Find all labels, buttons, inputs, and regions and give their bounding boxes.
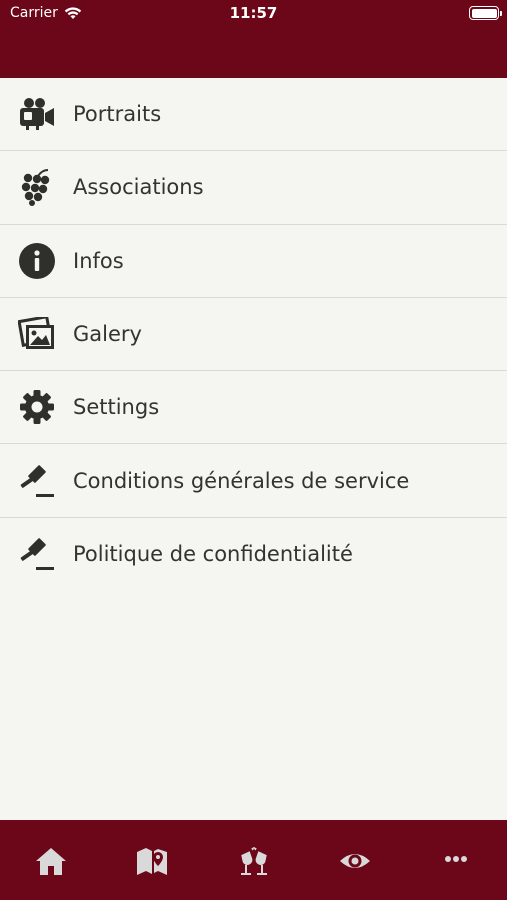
menu-item-conditions[interactable]: Conditions générales de service <box>0 444 507 518</box>
tab-home[interactable] <box>0 820 101 900</box>
menu-item-label: Galery <box>73 322 142 347</box>
gallery-icon <box>18 315 56 353</box>
gavel-icon <box>18 535 56 573</box>
gavel-icon <box>18 462 56 500</box>
menu-item-label: Politique de confidentialité <box>73 542 353 567</box>
menu-item-infos[interactable]: Infos <box>0 224 507 298</box>
battery-level <box>471 8 497 18</box>
menu-item-label: Associations <box>73 175 204 200</box>
tab-bar <box>0 820 507 900</box>
wine-glasses-icon <box>240 847 267 875</box>
menu-item-privacy[interactable]: Politique de confidentialité <box>0 517 507 592</box>
menu-item-label: Conditions générales de service <box>73 468 410 493</box>
gear-icon <box>18 388 56 426</box>
more-icon <box>445 856 468 862</box>
tab-wine[interactable] <box>203 820 304 900</box>
menu-item-label: Infos <box>73 248 124 273</box>
map-icon <box>137 848 168 875</box>
home-icon <box>35 848 66 875</box>
eye-icon <box>339 854 370 868</box>
menu-item-galery[interactable]: Galery <box>0 297 507 372</box>
app-header: Carrier 11:57 <box>0 0 507 78</box>
menu-item-settings[interactable]: Settings <box>0 371 507 445</box>
status-time: 11:57 <box>229 4 278 22</box>
status-bar: Carrier 11:57 <box>0 0 507 28</box>
video-camera-icon <box>18 95 56 133</box>
menu-item-portraits[interactable]: Portraits <box>0 78 507 152</box>
battery-icon <box>469 6 502 20</box>
grapes-icon <box>18 168 56 207</box>
tab-map[interactable] <box>101 820 202 900</box>
menu-item-label: Portraits <box>73 102 162 127</box>
tab-more[interactable] <box>406 820 507 900</box>
menu-item-associations[interactable]: Associations <box>0 151 507 225</box>
tab-view[interactable] <box>304 820 405 900</box>
menu-item-label: Settings <box>73 395 160 420</box>
info-icon <box>18 242 56 280</box>
main-menu: Portraits Associations Infos Galery Sett… <box>0 78 507 592</box>
